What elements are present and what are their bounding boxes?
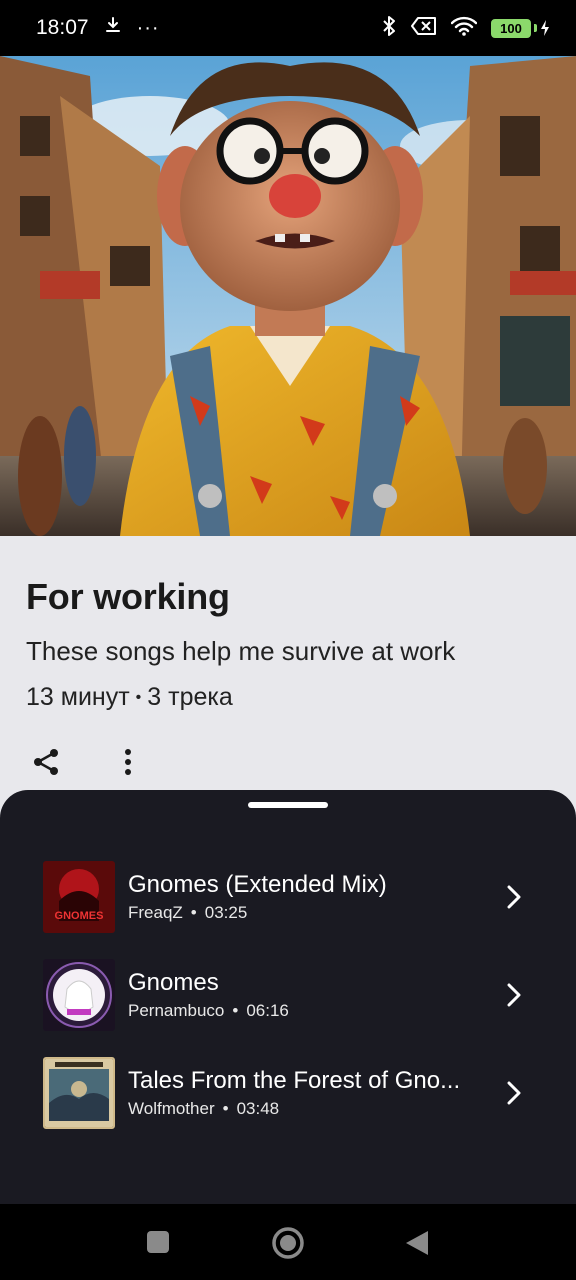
track-duration: 03:25 [204, 903, 248, 922]
square-icon [147, 1231, 169, 1253]
playlist-actions [26, 742, 148, 782]
clock: 18:07 [36, 16, 89, 39]
track-title: Gnomes [128, 969, 219, 996]
system-navigation-bar [0, 1204, 576, 1280]
playlist-title: For working [26, 576, 230, 617]
chevron-right-icon[interactable] [500, 883, 528, 911]
wifi-icon [450, 16, 478, 41]
track-subtitle: Pernambuco • 06:16 [128, 1001, 289, 1020]
back-button[interactable] [404, 1229, 430, 1262]
screen: 18:07 ··· 100 For working These songs he… [0, 0, 576, 1280]
more-vertical-icon [125, 749, 131, 775]
chevron-right-icon[interactable] [500, 981, 528, 1009]
more-notifications-icon: ··· [136, 16, 160, 39]
battery-level: 100 [491, 18, 531, 38]
track-list: GNOMES Gnomes (Extended Mix) FreaqZ • 03… [0, 848, 576, 1142]
more-options-button[interactable] [108, 742, 148, 782]
tracks-bottom-sheet: GNOMES Gnomes (Extended Mix) FreaqZ • 03… [0, 790, 576, 1204]
track-artist: Pernambuco [128, 1001, 225, 1020]
sheet-drag-handle[interactable] [248, 802, 328, 808]
track-row[interactable]: Gnomes Pernambuco • 06:16 [0, 946, 576, 1044]
no-sim-icon [411, 16, 437, 41]
svg-text:GNOMES: GNOMES [55, 910, 104, 922]
download-icon [103, 15, 123, 41]
charging-icon [541, 20, 549, 36]
playlist-cover-image [0, 56, 576, 536]
battery-icon: 100 [491, 18, 550, 38]
chevron-right-icon[interactable] [500, 1079, 528, 1107]
status-left: 18:07 ··· [36, 15, 160, 41]
track-cover-art [43, 1057, 115, 1129]
meta-separator: • [135, 688, 142, 706]
track-cover-art: GNOMES [43, 861, 115, 933]
bluetooth-icon [381, 14, 397, 43]
track-cover-art [43, 959, 115, 1031]
track-row[interactable]: Tales From the Forest of Gno... Wolfmoth… [0, 1044, 576, 1142]
playlist-info: For working These songs help me survive … [0, 536, 576, 796]
track-subtitle: Wolfmother • 03:48 [128, 1099, 280, 1118]
status-bar: 18:07 ··· 100 [0, 0, 576, 56]
playlist-meta: 13 минут • 3 трека [26, 683, 550, 712]
playlist-track-count: 3 трека [147, 683, 233, 711]
home-button[interactable] [271, 1226, 305, 1265]
share-button[interactable] [26, 742, 66, 782]
track-duration: 03:48 [236, 1099, 280, 1118]
playlist-description: These songs help me survive at work [26, 636, 456, 666]
recents-button[interactable] [146, 1230, 170, 1259]
track-row[interactable]: GNOMES Gnomes (Extended Mix) FreaqZ • 03… [0, 848, 576, 946]
circle-icon [272, 1227, 304, 1259]
track-subtitle: FreaqZ • 03:25 [128, 903, 248, 922]
track-artist: FreaqZ [128, 903, 183, 922]
track-duration: 06:16 [246, 1001, 289, 1020]
track-title: Tales From the Forest of Gno... [128, 1067, 461, 1094]
status-right: 100 [381, 14, 550, 43]
playlist-duration: 13 минут [26, 683, 130, 711]
track-artist: Wolfmother [128, 1099, 215, 1118]
triangle-back-icon [406, 1231, 428, 1255]
share-icon [34, 749, 58, 775]
track-title: Gnomes (Extended Mix) [128, 871, 387, 898]
